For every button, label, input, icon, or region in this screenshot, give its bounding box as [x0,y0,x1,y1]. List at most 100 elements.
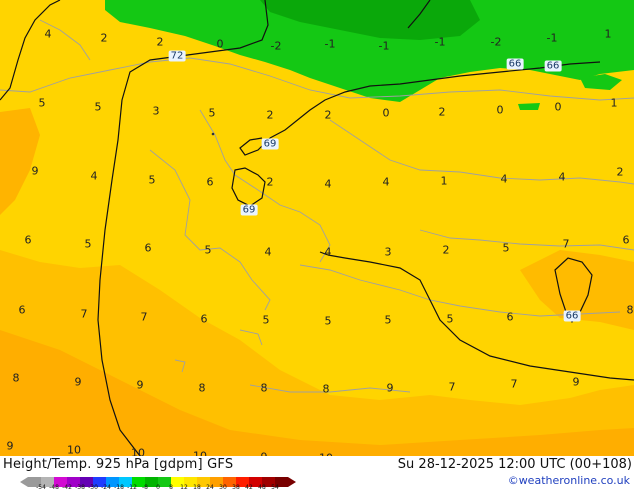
temperature-value: 10 [67,443,81,457]
temperature-value: 4 [44,27,52,41]
contour-label: 69 [261,138,279,150]
valid-datetime: Su 28-12-2025 12:00 UTC (00+108) [397,457,632,472]
scale-arrow-right [288,477,296,487]
cold-area-patch-2 [518,103,540,110]
contour-label: 69 [240,204,258,216]
temperature-value: 9 [74,375,82,389]
temperature-value: 8 [198,381,206,395]
temperature-value: 5 [38,96,46,110]
temperature-value: 8 [260,381,268,395]
temperature-value: 6 [144,241,152,255]
temperature-value: 0 [496,103,504,117]
temperature-value: 5 [204,243,212,257]
temperature-value: 2 [156,35,164,49]
contour-label: 66 [544,60,562,72]
temperature-value: 6 [18,303,26,317]
temperature-value: 5 [324,314,332,328]
temperature-value: 9 [136,378,144,392]
temperature-value: 3 [384,245,392,259]
temperature-value: 1 [440,174,448,188]
temperature-value: 4 [90,169,98,183]
temperature-value: -1 [324,37,336,51]
temperature-value: 5 [84,237,92,251]
temperature-value: 4 [382,175,390,189]
map-footer: Height/Temp. 925 hPa [gdpm] GFS Su 28-12… [0,456,634,490]
temperature-value: -2 [270,39,282,53]
scale-tick-label: 42 [245,484,253,490]
scale-tick-label: 0 [156,484,160,490]
scale-tick-label: 24 [206,484,214,490]
temperature-value: 5 [208,106,216,120]
temperature-value: 6 [206,175,214,189]
scale-tick-label: 12 [180,484,188,490]
temperature-value: 5 [446,312,454,326]
temperature-value: 7 [140,310,148,324]
scale-tick-label: -8 [142,484,148,490]
contour-label: 66 [506,58,524,70]
temperature-value: 2 [100,31,108,45]
temperature-value: 4 [500,172,508,186]
temperature-value: 3 [152,104,160,118]
temperature-value: 2 [266,108,274,122]
scale-tick-label: 38 [232,484,240,490]
scale-tick-label: -12 [127,484,137,490]
temperature-value: 9 [31,164,39,178]
temperature-value: 5 [148,173,156,187]
scale-tick-label: -38 [75,484,85,490]
scale-tick-label: 8 [169,484,173,490]
temperature-value: 0 [216,37,224,51]
temperature-value: 8 [626,303,634,317]
temperature-value: 8 [322,382,330,396]
temperature-value: 4 [264,245,272,259]
temperature-value: 2 [324,108,332,122]
scale-tick-label: -54 [36,484,46,490]
temperature-value: 1 [610,96,618,110]
temperature-value: 6 [506,310,514,324]
scale-arrow-left [20,477,28,487]
scale-tick-label: -24 [101,484,111,490]
temperature-value: 2 [442,243,450,257]
temperature-value: 6 [200,312,208,326]
temperature-value: -1 [378,39,390,53]
temperature-value: -1 [434,35,446,49]
scale-tick-label: -42 [62,484,72,490]
temperature-value: 4 [324,177,332,191]
weather-map [0,0,634,456]
temperature-value: 7 [562,237,570,251]
temperature-value: -1 [546,31,558,45]
scale-tick-label: 54 [271,484,279,490]
temperature-value: 6 [622,233,630,247]
temperature-value: 7 [448,380,456,394]
scale-tick-label: 48 [258,484,266,490]
scale-tick-label: 30 [219,484,227,490]
temperature-value: 2 [616,165,624,179]
scale-tick-label: 18 [193,484,201,490]
contour-label: 66 [563,310,581,322]
temperature-value: 9 [572,375,580,389]
scale-tick-label: -30 [88,484,98,490]
temperature-value: -2 [490,35,502,49]
temperature-value: 4 [324,245,332,259]
color-scale: -54 -48 -42 -38 -30 -24 -18 -12 -8 0 8 12 18 24 30 38 42… [20,473,300,490]
credit-link[interactable]: ©weatheronline.co.uk [508,474,630,487]
temperature-value: 5 [502,241,510,255]
temperature-value: 5 [94,100,102,114]
temperature-value: 9 [6,439,14,453]
temperature-value: 7 [510,377,518,391]
temperature-value: 8 [12,371,20,385]
warm-area-west [0,108,40,215]
contour-label: 72 [168,50,186,62]
temperature-value: 0 [554,100,562,114]
scale-tick-label: -48 [49,484,59,490]
temperature-value: 5 [262,313,270,327]
temperature-value: 6 [24,233,32,247]
temperature-value: 4 [558,170,566,184]
temperature-value: 9 [386,381,394,395]
scale-tick-label: -18 [114,484,124,490]
temperature-value: 0 [382,106,390,120]
chart-title: Height/Temp. 925 hPa [gdpm] GFS [3,457,234,472]
temperature-value: 5 [384,313,392,327]
temperature-value: 7 [80,307,88,321]
temperature-value: 2 [266,175,274,189]
temperature-value: 1 [604,27,612,41]
